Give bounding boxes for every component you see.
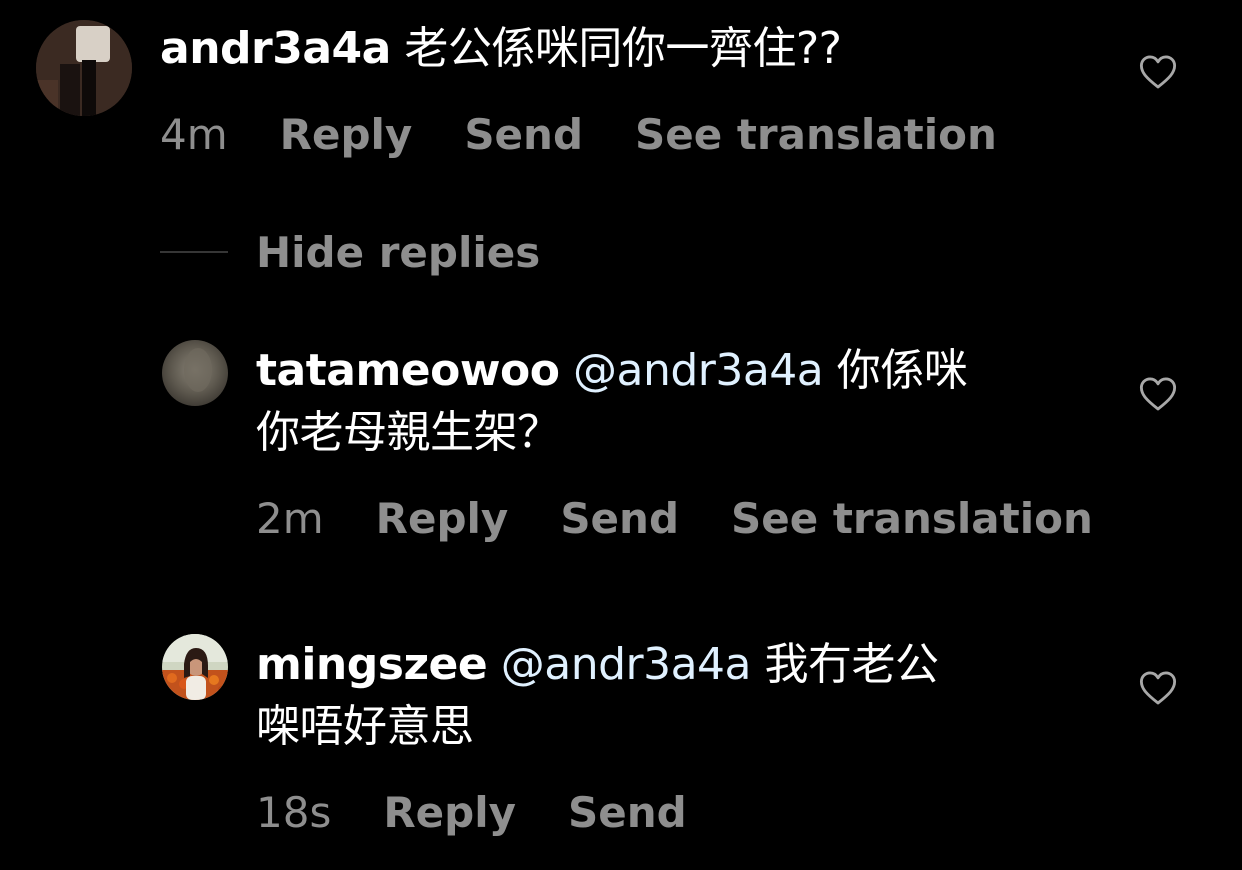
mention-link[interactable]: @andr3a4a <box>573 345 824 396</box>
comment-body-line2: 㗎唔好意思 <box>256 701 474 752</box>
hide-replies-button[interactable]: Hide replies <box>160 226 540 278</box>
heart-outline-icon[interactable] <box>1139 376 1177 416</box>
comment-actions: 2m Reply Send See translation <box>256 488 1145 548</box>
comment-text: tatameowoo @andr3a4a 你係咪 你老母親生架？ <box>256 340 1076 464</box>
see-translation-button[interactable]: See translation <box>731 494 1093 543</box>
username[interactable]: andr3a4a <box>160 23 391 74</box>
send-button[interactable]: Send <box>464 110 583 159</box>
reply-button[interactable]: Reply <box>280 110 413 159</box>
send-button[interactable]: Send <box>560 494 679 543</box>
comment-body-line1: 你係咪 <box>836 345 968 396</box>
timestamp: 18s <box>256 787 332 837</box>
timestamp: 2m <box>256 493 324 543</box>
avatar[interactable] <box>162 340 228 406</box>
comment-body-line2: 你老母親生架？ <box>256 407 561 458</box>
send-button[interactable]: Send <box>568 788 687 837</box>
comment-actions: 18s Reply Send <box>256 782 739 842</box>
comment-body: 老公係咪同你一齊住?? <box>404 23 842 74</box>
see-translation-button[interactable]: See translation <box>635 110 997 159</box>
comment-text: mingszee @andr3a4a 我冇老公 㗎唔好意思 <box>256 634 1076 758</box>
heart-outline-icon[interactable] <box>1139 54 1177 94</box>
reply-button[interactable]: Reply <box>383 788 516 837</box>
heart-outline-icon[interactable] <box>1139 670 1177 710</box>
username[interactable]: tatameowoo <box>256 345 560 396</box>
avatar[interactable] <box>36 20 132 116</box>
comment-text: andr3a4a 老公係咪同你一齊住?? <box>160 18 1060 80</box>
divider-line <box>160 251 228 253</box>
mention-link[interactable]: @andr3a4a <box>501 639 752 690</box>
timestamp: 4m <box>160 109 228 159</box>
comment-actions: 4m Reply Send See translation <box>160 104 1049 164</box>
reply-button[interactable]: Reply <box>376 494 509 543</box>
username[interactable]: mingszee <box>256 639 488 690</box>
hide-replies-label: Hide replies <box>256 227 541 277</box>
comment-body-line1: 我冇老公 <box>764 639 940 690</box>
avatar[interactable] <box>162 634 228 700</box>
